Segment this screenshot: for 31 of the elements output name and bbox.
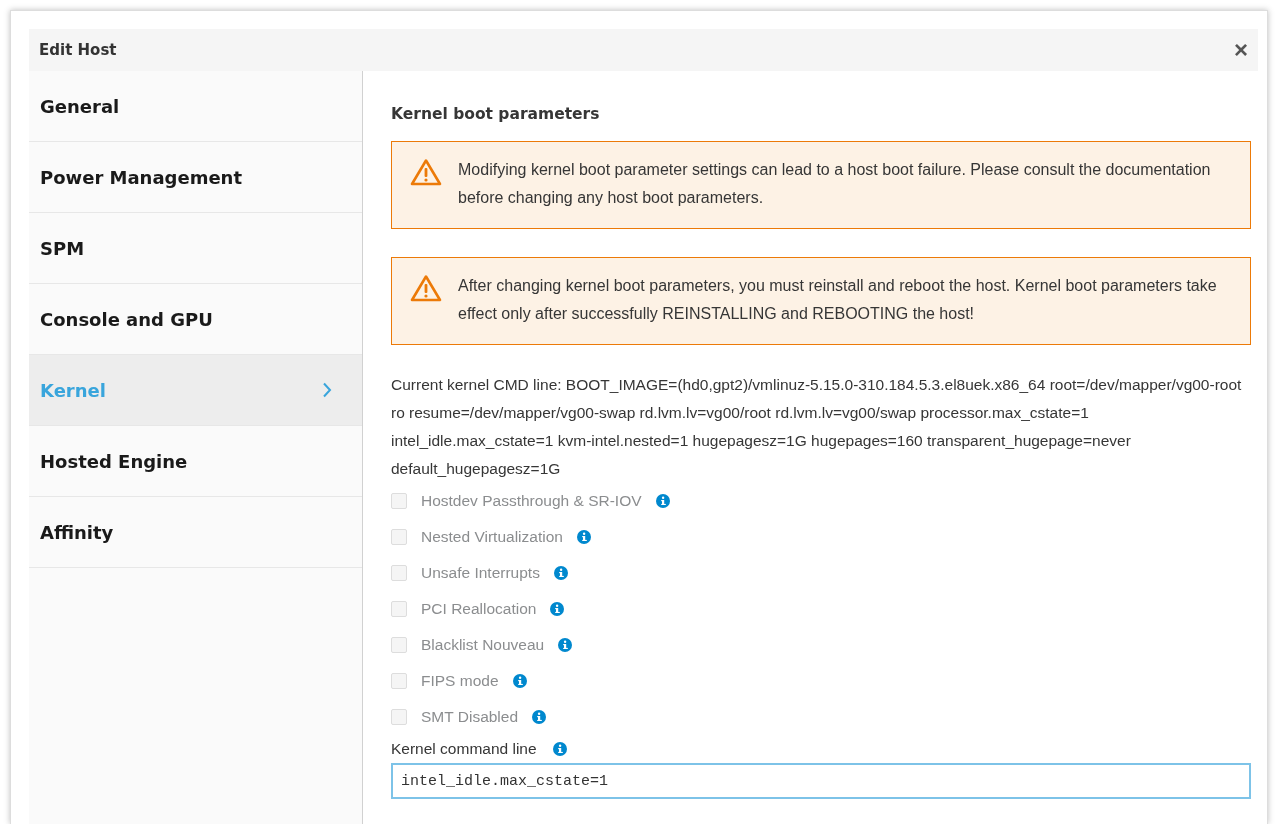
checkbox-label: SMT Disabled bbox=[421, 708, 519, 726]
info-icon[interactable] bbox=[655, 494, 670, 508]
kernel-command-line-field[interactable]: intel_idle.max_cstate=1 bbox=[391, 763, 1251, 799]
warning-text: Modifying kernel boot parameter settings can lead to a host boot failure. Please consult the documentation before changing any host boot parameters. bbox=[458, 160, 1212, 208]
info-icon[interactable] bbox=[550, 602, 565, 616]
info-icon[interactable] bbox=[576, 530, 591, 544]
warning-icon bbox=[410, 274, 442, 302]
info-icon[interactable] bbox=[552, 742, 567, 756]
sidebar-item[interactable]: Power Management bbox=[29, 142, 362, 213]
close-button[interactable]: × bbox=[1234, 38, 1248, 62]
sidebar-item[interactable]: General bbox=[29, 71, 362, 142]
chevron-right-icon bbox=[322, 382, 332, 398]
dialog-title: Edit Host bbox=[39, 41, 117, 59]
warning-icon bbox=[410, 158, 442, 186]
checkbox-label: Hostdev Passthrough & SR-IOV bbox=[421, 492, 642, 510]
section-heading: Kernel boot parameters bbox=[391, 105, 601, 123]
sidebar-item[interactable]: Affinity bbox=[29, 497, 362, 568]
field-label: Kernel command line bbox=[391, 740, 537, 758]
checkbox-label: Unsafe Interrupts bbox=[421, 564, 540, 582]
checkbox-label: Nested Virtualization bbox=[421, 528, 563, 546]
warning-text: After changing kernel boot parameters, you must reinstall and reboot the host. Kernel boot parameters take effect only after successfully REINSTALLING and REBOOTING the host! bbox=[458, 276, 1218, 324]
info-icon[interactable] bbox=[532, 710, 547, 724]
checkbox-label: PCI Reallocation bbox=[421, 600, 537, 618]
info-icon[interactable] bbox=[553, 566, 568, 580]
sidebar-item[interactable]: SPM bbox=[29, 213, 362, 284]
checkbox-label: FIPS mode bbox=[421, 672, 499, 690]
current-cmd-line: Current kernel CMD line: BOOT_IMAGE=(hd0,gpt2)/vmlinuz-5.15.0-310.184.5.3.el8uek.x86_64 root=/dev/mapper/vg00-root ro resume=/dev/mapper/vg00-swap rd.lvm.lv=vg00/root rd.lvm.lv=vg00/swap processor.max_cstate=1 intel_idle.max_cstate=1 kvm-intel.nested=1 hugepagesz=1G hugepages=160 transparent_hugepage=never default_hugepagesz=1G bbox=[391, 375, 1243, 479]
info-icon[interactable] bbox=[558, 638, 573, 652]
checkbox-label: Blacklist Nouveau bbox=[421, 636, 545, 654]
info-icon[interactable] bbox=[512, 674, 527, 688]
sidebar-item[interactable]: Hosted Engine bbox=[29, 426, 362, 497]
